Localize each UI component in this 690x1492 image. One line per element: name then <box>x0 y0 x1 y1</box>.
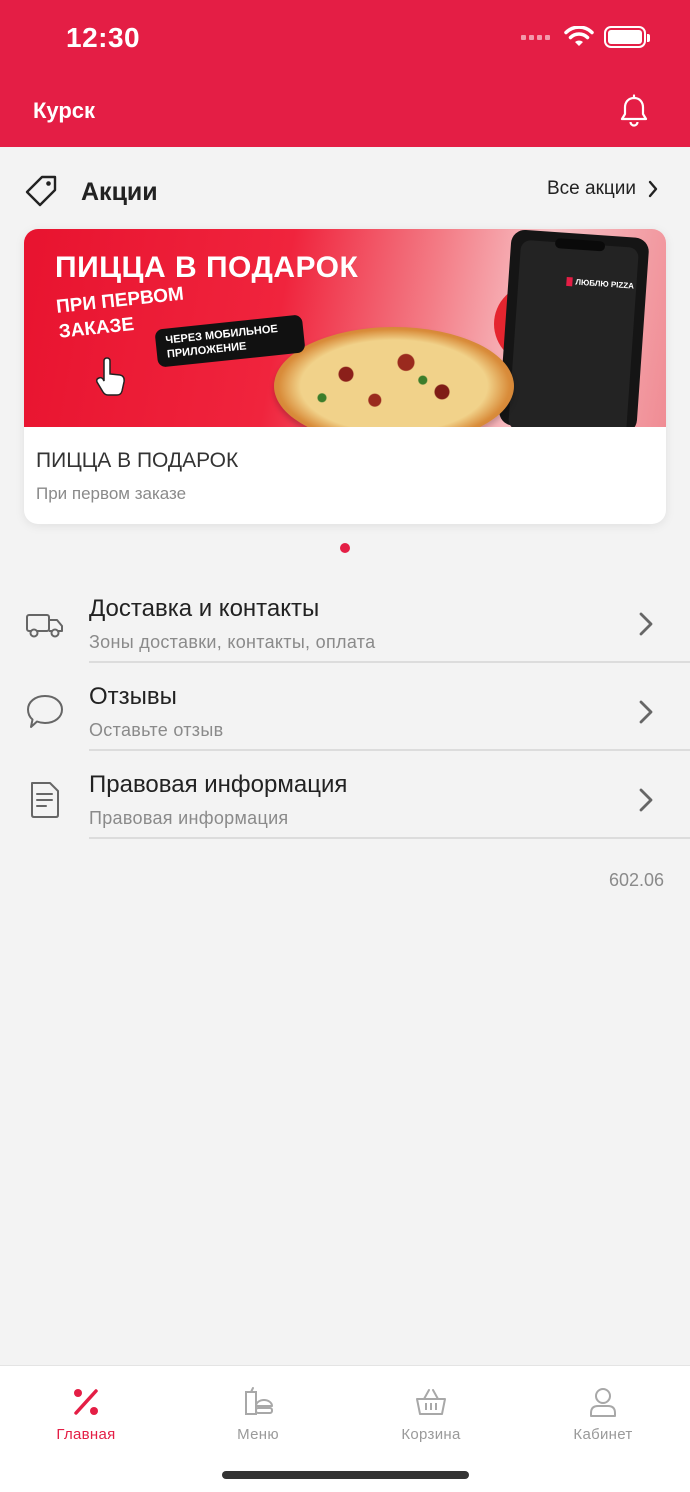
list-item-title: Правовая информация <box>89 771 348 798</box>
list-item-subtitle: Оставьте отзыв <box>89 720 224 740</box>
cellular-signal-icon <box>521 34 550 40</box>
tab-label: Меню <box>237 1426 279 1443</box>
list-item-title: Доставка и контакты <box>89 595 320 622</box>
status-time: 12:30 <box>66 22 141 53</box>
tab-label: Кабинет <box>573 1426 633 1443</box>
list-item-reviews[interactable]: Отзывы Оставьте отзыв <box>0 663 690 751</box>
all-promos-label: Все акции <box>546 178 636 199</box>
food-menu-icon <box>245 1387 273 1415</box>
tab-label: Главная <box>56 1426 116 1443</box>
promos-title: Акции <box>81 178 158 206</box>
promo-card[interactable]: ЛЮБЛЮ PIZZA ПИЦЦА В ПОДАРОК ПРИ ПЕРВОМ З… <box>24 229 666 524</box>
promo-card-subtitle: При первом заказе <box>36 484 187 503</box>
list-item-subtitle: Правовая информация <box>89 808 289 828</box>
bottom-tab-bar: Главная Меню Корзина Кабинет <box>0 1365 690 1492</box>
home-indicator <box>222 1471 469 1479</box>
chevron-right-icon <box>648 180 658 198</box>
carousel-page-indicator <box>340 543 350 553</box>
tab-cart[interactable]: Корзина <box>345 1366 517 1456</box>
promos-section-header: Акции Все акции <box>24 172 666 212</box>
app-version: 602.06 <box>608 870 664 890</box>
list-item-legal[interactable]: Правовая информация Правовая информация <box>0 751 690 839</box>
chevron-right-icon <box>639 612 653 636</box>
battery-icon <box>604 26 650 48</box>
percent-icon <box>74 1389 98 1415</box>
promo-card-title: ПИЦЦА В ПОДАРОК <box>36 449 239 472</box>
list-item-subtitle: Зоны доставки, контакты, оплата <box>89 632 376 652</box>
list-item-title: Отзывы <box>89 683 177 710</box>
truck-icon <box>26 614 63 638</box>
info-menu-list: Доставка и контакты Зоны доставки, конта… <box>0 575 690 839</box>
tag-icon <box>25 175 57 207</box>
pizza-illustration <box>274 327 514 427</box>
document-icon <box>31 782 59 818</box>
wifi-icon <box>564 26 594 46</box>
phone-illustration: ЛЮБЛЮ PIZZA <box>498 229 650 427</box>
all-promos-link[interactable]: Все акции <box>547 178 658 200</box>
list-item-delivery[interactable]: Доставка и контакты Зоны доставки, конта… <box>0 575 690 663</box>
chevron-right-icon <box>639 700 653 724</box>
divider <box>89 837 690 839</box>
chevron-right-icon <box>639 788 653 812</box>
tab-menu[interactable]: Меню <box>172 1366 344 1456</box>
basket-icon <box>416 1389 446 1415</box>
tab-label: Корзина <box>401 1426 461 1443</box>
promo-banner-image: ЛЮБЛЮ PIZZA ПИЦЦА В ПОДАРОК ПРИ ПЕРВОМ З… <box>24 229 666 427</box>
app-header: 12:30 Курск <box>0 0 690 147</box>
tab-account[interactable]: Кабинет <box>517 1366 689 1456</box>
city-selector[interactable]: Курск <box>33 98 95 124</box>
notifications-bell-icon[interactable] <box>618 94 650 128</box>
chat-bubble-icon <box>27 695 63 728</box>
tab-home[interactable]: Главная <box>0 1366 172 1456</box>
status-icons <box>521 26 650 48</box>
user-icon <box>590 1388 616 1417</box>
pointing-hand-icon <box>96 357 125 396</box>
